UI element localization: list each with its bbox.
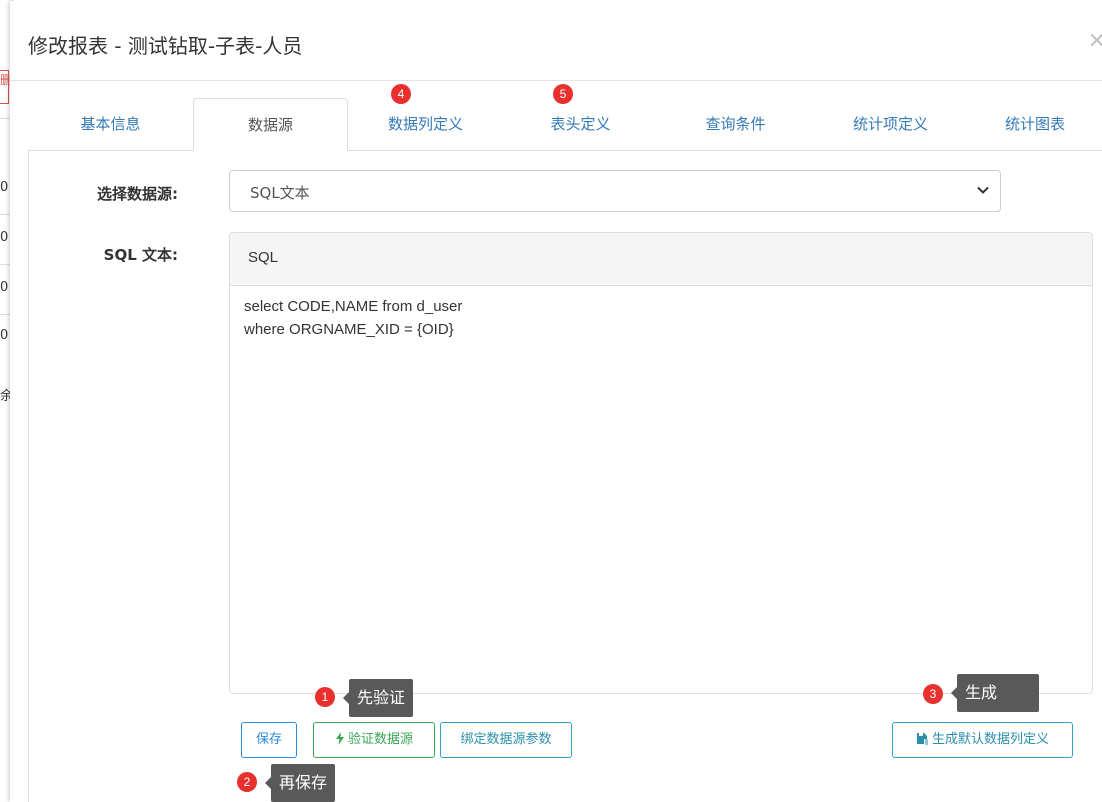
background-partial-text: 余	[0, 389, 14, 404]
background-row-digit: 0	[0, 328, 9, 343]
modal-title: 修改报表 - 测试钻取-子表-人员	[28, 34, 303, 58]
tab-label: 查询条件	[705, 115, 766, 133]
background-delete-mark: 删	[0, 70, 12, 104]
background-divider	[0, 314, 10, 315]
sql-editor-panel: SQL select CODE,NAME from d_user where O…	[229, 232, 1093, 694]
background-row-digit: 0	[0, 230, 9, 245]
background-divider	[0, 118, 10, 119]
bolt-icon	[335, 732, 344, 745]
tab-label: 统计项定义	[852, 115, 928, 133]
annotation-badge-3: 3	[923, 684, 943, 704]
annotation-tooltip-generate: 生成	[951, 674, 1039, 712]
annotation-badge-1: 1	[315, 687, 335, 707]
datasource-label: 选择数据源:	[97, 185, 178, 203]
tab-label: 表头定义	[550, 115, 611, 133]
generate-button-label: 生成默认数据列定义	[931, 732, 1049, 747]
background-row-digit: 0	[0, 280, 9, 295]
validate-button-label: 验证数据源	[347, 732, 413, 747]
tab-basic-info[interactable]: 基本信息	[28, 98, 193, 150]
tab-statistics-definition[interactable]: 统计项定义	[813, 98, 968, 150]
sql-panel-title: SQL	[248, 249, 279, 266]
annotation-text: 生成	[965, 683, 998, 702]
tab-datasource[interactable]: 数据源	[193, 98, 348, 151]
datasource-select-value: SQL文本	[250, 184, 310, 202]
annotation-badge-2: 2	[237, 772, 257, 792]
tab-column-definition[interactable]: 数据列定义	[348, 98, 503, 150]
save-button[interactable]: 保存	[241, 722, 297, 758]
annotation-badge-5: 5	[553, 84, 573, 104]
sql-text-label: SQL 文本:	[103, 246, 178, 264]
tab-label: 统计图表	[1004, 115, 1065, 133]
tab-query-conditions[interactable]: 查询条件	[658, 98, 813, 150]
annotation-badge-4: 4	[391, 84, 411, 104]
annotation-tooltip-validate-first: 先验证	[342, 679, 414, 717]
save-button-label: 保存	[255, 732, 282, 747]
bind-datasource-params-button[interactable]: 绑定数据源参数	[440, 722, 572, 758]
close-icon[interactable]: ×	[1088, 28, 1102, 53]
modal-header: 修改报表 - 测试钻取-子表-人员 ×	[10, 0, 1102, 81]
annotation-text: 先验证	[357, 688, 406, 707]
sql-panel-header: SQL	[230, 233, 1092, 286]
background-divider	[0, 264, 10, 265]
chevron-down-icon	[977, 186, 989, 194]
tab-statistics-chart[interactable]: 统计图表	[968, 98, 1102, 150]
tab-header-definition[interactable]: 表头定义	[503, 98, 658, 150]
datasource-select[interactable]: SQL文本	[229, 170, 1001, 212]
annotation-tooltip-save-again: 再保存	[264, 764, 336, 802]
background-divider	[0, 214, 10, 215]
tab-bar: 基本信息 数据源 数据列定义 表头定义 查询条件 统计项定义 统计图表	[28, 98, 1102, 151]
tab-label: 数据源	[247, 116, 293, 134]
background-row-digit: 0	[0, 180, 9, 195]
annotation-text: 再保存	[279, 773, 328, 792]
save-generate-icon	[916, 733, 929, 745]
tab-label: 数据列定义	[387, 115, 463, 133]
edit-report-modal: 修改报表 - 测试钻取-子表-人员 × 基本信息 数据源 数据列定义 表头定义 …	[10, 0, 1102, 802]
sql-textarea[interactable]: select CODE,NAME from d_user where ORGNA…	[244, 295, 462, 341]
tab-label: 基本信息	[80, 115, 141, 133]
bind-params-button-label: 绑定数据源参数	[460, 732, 552, 747]
generate-default-columns-button[interactable]: 生成默认数据列定义	[892, 722, 1073, 758]
validate-datasource-button[interactable]: 验证数据源	[313, 722, 435, 758]
